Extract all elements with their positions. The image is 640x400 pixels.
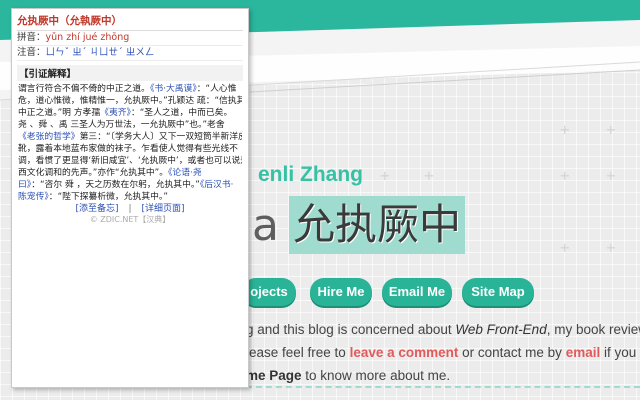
nav-email-me-button[interactable]: Email Me <box>382 278 452 306</box>
citation-text: 中正之道。” <box>18 108 63 118</box>
detail-page-link[interactable]: [详细页面] <box>142 204 185 214</box>
citation-text: ：“咨尔 舜 ，天之历数在尔躬，允执其中。” <box>31 180 200 190</box>
intro-paragraph: g and this blog is concerned about Web F… <box>246 318 640 387</box>
intro-text: if you have a <box>603 345 640 360</box>
site-title[interactable]: a 允执厥中 <box>252 196 465 256</box>
add-to-memo-link[interactable]: [添至备忘] <box>75 204 118 214</box>
grid-plus-icon: + <box>606 120 616 139</box>
grid-plus-icon: + <box>560 238 570 257</box>
citation-text: 明 方孝孺 <box>62 108 101 118</box>
intro-emphasis: Web Front-End <box>455 322 547 337</box>
citation-text: ：“人心惟 <box>196 84 237 94</box>
citation-source-link[interactable]: 《论语·尧 <box>168 168 202 178</box>
intro-text: or contact me by <box>458 345 566 360</box>
nav-projects-button[interactable]: ojects <box>242 278 296 306</box>
citation-line: 西文化调和的先声。”亦作“允执其中”。《论语·尧 <box>18 167 242 179</box>
citation-text: 调，看惯了更显得‘新旧咸宜’、‘允执厥中’，或者也可以说是东 <box>18 156 242 166</box>
pinyin-label: 拼音： <box>17 32 46 43</box>
zhuyin-value: ㄩㄣˇ ㄓˊ ㄐㄩㄝˊ ㄓㄨㄥ <box>45 47 155 58</box>
intro-text: lease feel free to <box>246 345 350 360</box>
citation-line: 靴，露着本地蓝布家做的袜子。乍看使人觉得有些光线不 <box>18 143 242 155</box>
citation-text: 西文化调和的先声。”亦作“允执其中”。 <box>18 168 169 178</box>
citation-text: 危，道心惟微，惟精惟一，允执厥中。” <box>18 96 168 106</box>
citation-text: 靴，露着本地蓝布家做的袜子。乍看使人觉得有些光线不 <box>18 144 238 154</box>
nav-site-map-button[interactable]: Site Map <box>462 278 534 306</box>
popup-headword: 允执厥中（允執厥中） <box>17 13 243 31</box>
citation-text: 第三：“〔学务大人〕又下一双短筒半新洋皮 <box>79 132 242 142</box>
citation-text: 老舍 <box>207 120 225 130</box>
citation-line: 谓言行符合不偏不倚的中正之道。《书·大禹谟》：“人心惟 <box>18 83 242 95</box>
email-link[interactable]: email <box>566 345 601 360</box>
citation-line: 尧 、舜 、禹 三圣人为万世法，一允执厥中”也。”老舍 <box>18 119 242 131</box>
popup-copyright: © ZDIC.NET【汉典】 <box>89 215 171 224</box>
home-page-link[interactable]: me Page <box>246 368 302 383</box>
zhuyin-row: 注音：ㄩㄣˇ ㄓˊ ㄐㄩㄝˊ ㄓㄨㄥ <box>17 46 243 61</box>
pinyin-value: yǔn zhí jué zhōng <box>45 32 130 43</box>
leave-comment-link[interactable]: leave a comment <box>350 345 459 360</box>
citation-text: ：“圣人之道，中而已矣。 <box>130 108 233 118</box>
intro-text: , my book reviews and <box>546 322 640 337</box>
link-separator: | <box>128 204 132 214</box>
citation-text: 尧 、舜 、禹 三圣人为万世法，一允执厥中”也。” <box>18 120 208 130</box>
nav-hire-me-button[interactable]: Hire Me <box>310 278 372 306</box>
grid-plus-icon: + <box>606 238 616 257</box>
citation-line: 《老张的哲学》第三：“〔学务大人〕又下一双短筒半新洋皮 <box>18 131 242 143</box>
grid-plus-icon: + <box>560 166 570 185</box>
grid-plus-icon: + <box>424 166 434 185</box>
citation-text: 谓言行符合不偏不倚的中正之道。 <box>18 84 150 94</box>
citation-source-link[interactable]: 《夷齐》 <box>100 108 131 118</box>
dictionary-popup: 允执厥中（允執厥中） 拼音：yǔn zhí jué zhōng 注音：ㄩㄣˇ ㄓ… <box>11 8 249 388</box>
citation-line: 调，看惯了更显得‘新旧咸宜’、‘允执厥中’，或者也可以说是东 <box>18 155 242 167</box>
dashed-divider <box>246 386 640 388</box>
citation-source-link[interactable]: 《书·大禹谟》 <box>150 84 197 94</box>
pinyin-row: 拼音：yǔn zhí jué zhōng <box>17 31 243 46</box>
citation-line: 曰》：“咨尔 舜 ，天之历数在尔躬，允执其中。”《后汉书· <box>18 179 242 191</box>
citation-section-title: 【引证解释】 <box>17 65 243 81</box>
citation-source-link[interactable]: 《老张的哲学》 <box>18 132 80 142</box>
site-title-prefix: a <box>252 200 279 251</box>
intro-line: me Page to know more about me. <box>246 364 640 387</box>
popup-links: [添至备忘] | [详细页面] <box>12 201 248 214</box>
site-title-highlight: 允执厥中 <box>288 196 465 254</box>
intro-line: lease feel free to leave a comment or co… <box>246 341 640 364</box>
zhuyin-label: 注音： <box>17 47 46 58</box>
citation-line: 中正之道。”明 方孝孺《夷齐》：“圣人之道，中而已矣。 <box>18 107 242 119</box>
author-name: enli Zhang <box>258 163 363 186</box>
intro-text: to know more about me. <box>301 368 451 383</box>
grid-plus-icon: + <box>606 166 616 185</box>
intro-text: g and this blog is concerned about <box>246 322 456 337</box>
grid-plus-icon: + <box>380 166 390 185</box>
grid-plus-icon: + <box>560 120 570 139</box>
citation-source-link[interactable]: 曰》 <box>18 180 31 190</box>
citation-line: 危，道心惟微，惟精惟一，允执厥中。”孔颖达 疏：“信执其 <box>18 95 242 107</box>
citation-source-link[interactable]: 《后汉书· <box>200 180 234 190</box>
citation-body: 谓言行符合不偏不倚的中正之道。《书·大禹谟》：“人心惟 危，道心惟微，惟精惟一，… <box>18 83 242 203</box>
citation-text: 孔颖达 疏：“信执其 <box>167 96 242 106</box>
intro-line: g and this blog is concerned about Web F… <box>246 318 640 341</box>
